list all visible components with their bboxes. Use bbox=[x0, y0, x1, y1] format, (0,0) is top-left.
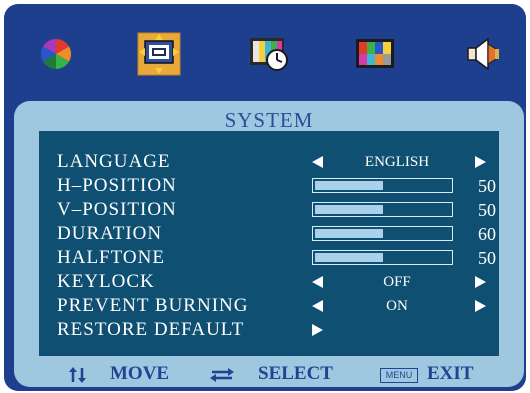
language-value: ENGLISH bbox=[364, 154, 430, 170]
picture-test-pattern-icon bbox=[356, 39, 394, 68]
menu-key-icon: MENU bbox=[380, 368, 418, 383]
menu-item-label: RESTORE DEFAULT bbox=[57, 319, 245, 340]
h-position-slider[interactable] bbox=[312, 178, 453, 193]
menu-item-label: DURATION bbox=[57, 223, 163, 244]
halftone-value: 50 bbox=[478, 248, 496, 268]
menu-item-restore-default[interactable]: RESTORE DEFAULT bbox=[57, 318, 497, 342]
tab-color[interactable] bbox=[34, 32, 78, 76]
left-right-arrows-icon bbox=[210, 368, 234, 382]
duration-value: 60 bbox=[478, 224, 496, 244]
menu-item-duration[interactable]: DURATION 60 bbox=[57, 222, 497, 246]
slider-fill bbox=[315, 253, 383, 262]
menu-item-prevent-burning[interactable]: PREVENT BURNING ON bbox=[57, 294, 497, 318]
tab-timer[interactable] bbox=[247, 32, 291, 76]
tab-system[interactable] bbox=[137, 32, 181, 76]
key-hint-bar: MOVE SELECT MENU EXIT bbox=[14, 361, 524, 387]
arrow-right-icon[interactable] bbox=[475, 300, 486, 312]
v-position-value: 50 bbox=[478, 200, 496, 220]
menu-item-label: LANGUAGE bbox=[57, 151, 171, 172]
slider-fill bbox=[315, 229, 383, 238]
menu-list: LANGUAGE ENGLISH H–POSITION 50 V–POSITIO… bbox=[39, 131, 499, 356]
clock-icon bbox=[250, 38, 288, 71]
halftone-slider[interactable] bbox=[312, 250, 453, 265]
menu-item-label: HALFTONE bbox=[57, 247, 165, 268]
exit-hint: EXIT bbox=[427, 363, 474, 384]
arrow-right-icon[interactable] bbox=[312, 324, 323, 336]
tab-audio[interactable] bbox=[460, 32, 504, 76]
category-tabs bbox=[4, 4, 526, 99]
duration-slider[interactable] bbox=[312, 226, 453, 241]
arrow-right-icon[interactable] bbox=[475, 276, 486, 288]
color-wheel-icon bbox=[40, 38, 72, 69]
select-hint: SELECT bbox=[258, 363, 333, 384]
menu-item-v-position[interactable]: V–POSITION 50 bbox=[57, 198, 497, 222]
menu-item-h-position[interactable]: H–POSITION 50 bbox=[57, 174, 497, 198]
arrow-right-icon[interactable] bbox=[475, 156, 486, 168]
up-down-arrows-icon bbox=[69, 367, 86, 383]
v-position-slider[interactable] bbox=[312, 202, 453, 217]
speaker-icon bbox=[467, 37, 499, 71]
arrow-left-icon[interactable] bbox=[312, 276, 323, 288]
menu-item-label: KEYLOCK bbox=[57, 271, 155, 292]
keylock-value: OFF bbox=[383, 274, 411, 290]
menu-item-label: V–POSITION bbox=[57, 199, 177, 220]
menu-item-language[interactable]: LANGUAGE ENGLISH bbox=[57, 150, 497, 174]
slider-fill bbox=[315, 181, 383, 190]
system-settings-icon bbox=[137, 32, 181, 76]
arrow-left-icon[interactable] bbox=[312, 300, 323, 312]
settings-panel: SYSTEM LANGUAGE ENGLISH H–POSITION 50 V–… bbox=[14, 101, 524, 387]
menu-item-label: PREVENT BURNING bbox=[57, 295, 249, 316]
osd-menu: SYSTEM LANGUAGE ENGLISH H–POSITION 50 V–… bbox=[4, 4, 526, 391]
menu-item-label: H–POSITION bbox=[57, 175, 177, 196]
panel-title: SYSTEM bbox=[224, 108, 314, 132]
slider-fill bbox=[315, 205, 383, 214]
h-position-value: 50 bbox=[478, 176, 496, 196]
move-hint: MOVE bbox=[110, 363, 170, 384]
menu-item-halftone[interactable]: HALFTONE 50 bbox=[57, 246, 497, 270]
tab-picture[interactable] bbox=[354, 32, 398, 76]
arrow-left-icon[interactable] bbox=[312, 156, 323, 168]
prevent-burning-value: ON bbox=[386, 298, 408, 314]
menu-item-keylock[interactable]: KEYLOCK OFF bbox=[57, 270, 497, 294]
